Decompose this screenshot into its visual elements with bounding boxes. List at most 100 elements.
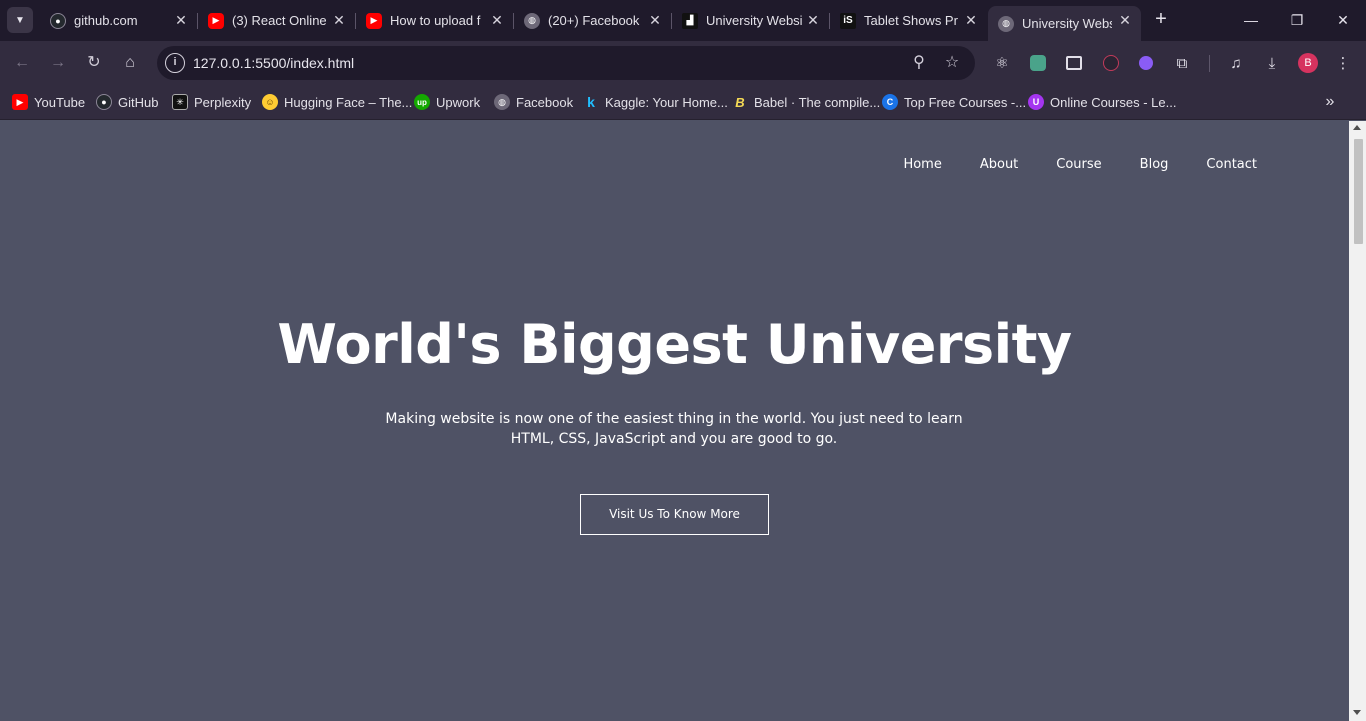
react-devtools-icon[interactable]: ⚛: [991, 52, 1013, 74]
media-control-icon[interactable]: ♫: [1225, 52, 1247, 74]
bookmark-online-courses[interactable]: U Online Courses - Le...: [1028, 92, 1176, 112]
bookmark-github[interactable]: ● GitHub: [96, 92, 158, 112]
toolbar-divider: [1209, 55, 1210, 72]
bookmark-youtube[interactable]: ▶ YouTube: [12, 92, 85, 112]
bookmark-label: Upwork: [436, 94, 481, 110]
site-info-icon[interactable]: i: [165, 53, 185, 73]
tab-how-to-upload[interactable]: ▶ How to upload f ✕: [356, 6, 514, 35]
close-icon[interactable]: ✕: [963, 12, 979, 28]
nav-link-blog[interactable]: Blog: [1140, 157, 1169, 172]
bookmarks-bar: ▶ YouTube ● GitHub ✳ Perplexity ☺ Hugging Fa…: [0, 85, 1366, 120]
tab-search-button[interactable]: ▼: [7, 7, 33, 33]
babel-icon: B: [735, 94, 745, 110]
home-button[interactable]: ⌂: [118, 51, 142, 75]
close-icon[interactable]: ✕: [1117, 12, 1133, 28]
site-navigation: Home About Course Blog Contact: [865, 157, 1257, 172]
close-icon[interactable]: ✕: [331, 12, 347, 28]
tab-university-website[interactable]: ▟ University Websi ✕: [672, 6, 830, 35]
home-icon: ⌂: [125, 54, 135, 71]
reload-button[interactable]: ↻: [82, 51, 106, 75]
url-text[interactable]: 127.0.0.1:5500/index.html: [193, 55, 354, 71]
more-bookmarks-button[interactable]: »: [1320, 92, 1340, 112]
hero-description: Making website is now one of the easiest…: [385, 411, 963, 447]
arrow-right-icon: →: [50, 54, 66, 71]
upwork-icon: up: [414, 94, 430, 110]
tab-facebook[interactable]: ◍ (20+) Facebook ✕: [514, 6, 672, 35]
nav-link-course[interactable]: Course: [1056, 157, 1101, 172]
close-icon: ✕: [1337, 12, 1349, 28]
bookmark-label: Babel · The compile...: [754, 94, 881, 110]
hugging-face-icon: ☺: [262, 94, 278, 110]
close-icon[interactable]: ✕: [489, 12, 505, 28]
minimize-button[interactable]: —: [1241, 10, 1261, 30]
bookmark-upwork[interactable]: up Upwork: [414, 92, 480, 112]
university-icon: ▟: [682, 12, 698, 29]
kaggle-icon: k: [587, 94, 595, 110]
bookmark-top-free-courses[interactable]: C Top Free Courses -...: [882, 92, 1026, 112]
bookmark-label: Hugging Face – The...: [284, 94, 413, 110]
udemy-icon: U: [1028, 94, 1044, 110]
restore-button[interactable]: ❐: [1287, 10, 1307, 30]
chevron-down-icon: ▼: [15, 14, 25, 26]
youtube-icon: ▶: [366, 12, 382, 29]
page-viewport: Home About Course Blog Contact World's B…: [0, 121, 1349, 721]
forward-button[interactable]: →: [46, 51, 70, 75]
menu-kebab-icon[interactable]: ⋮: [1332, 52, 1354, 74]
youtube-icon: ▶: [208, 12, 224, 29]
arrow-left-icon: ←: [14, 54, 30, 71]
globe-icon: ◍: [494, 94, 510, 110]
globe-icon: ◍: [524, 12, 540, 29]
profile-avatar[interactable]: B: [1298, 53, 1318, 73]
window-extension-icon[interactable]: [1063, 52, 1085, 74]
tab-title: Tablet Shows Pr: [864, 13, 958, 28]
nav-link-about[interactable]: About: [980, 157, 1018, 172]
nav-link-contact[interactable]: Contact: [1206, 157, 1257, 172]
tab-react-online[interactable]: ▶ (3) React Online ✕: [198, 6, 356, 35]
minimize-icon: —: [1244, 12, 1258, 28]
tab-title: (20+) Facebook: [548, 13, 640, 28]
bookmark-star-icon[interactable]: ☆: [942, 53, 962, 73]
download-icon[interactable]: ⤓: [1261, 52, 1283, 74]
chatgpt-extension-icon[interactable]: [1027, 52, 1049, 74]
visit-us-button[interactable]: Visit Us To Know More: [580, 494, 769, 535]
restore-icon: ❐: [1290, 12, 1304, 28]
new-tab-button[interactable]: +: [1150, 8, 1172, 30]
browser-toolbar: ← → ↻ ⌂ i 127.0.0.1:5500/index.html ⚲ ☆ …: [0, 41, 1366, 85]
close-icon[interactable]: ✕: [805, 12, 821, 28]
reload-icon: ↻: [87, 54, 101, 71]
address-bar[interactable]: i 127.0.0.1:5500/index.html ⚲ ☆: [157, 46, 975, 80]
hero-title: World's Biggest University: [277, 313, 1072, 376]
back-button[interactable]: ←: [10, 51, 34, 75]
extensions-puzzle-icon[interactable]: ⧉: [1171, 52, 1193, 74]
bookmark-hugging-face[interactable]: ☺ Hugging Face – The...: [262, 92, 412, 112]
tab-title: University Websi: [706, 13, 803, 28]
scroll-down-arrow-icon[interactable]: [1353, 710, 1361, 715]
tab-university-website-active[interactable]: ◍ University Websi ✕: [988, 6, 1141, 41]
tab-title: (3) React Online: [232, 13, 327, 28]
close-icon[interactable]: ✕: [173, 12, 189, 28]
bookmark-label: Kaggle: Your Home...: [605, 94, 728, 110]
zoom-icon[interactable]: ⚲: [909, 53, 929, 73]
close-window-button[interactable]: ✕: [1333, 10, 1353, 30]
double-chevron-right-icon: »: [1325, 93, 1335, 110]
page-scrollbar[interactable]: [1349, 121, 1366, 721]
bookmark-facebook[interactable]: ◍ Facebook: [494, 92, 573, 112]
bookmark-perplexity[interactable]: ✳ Perplexity: [172, 92, 251, 112]
is-logo-icon: iS: [840, 12, 856, 29]
css-extension-icon[interactable]: [1100, 52, 1122, 74]
github-icon: ●: [96, 94, 112, 110]
globe-icon: ◍: [998, 15, 1014, 32]
close-icon[interactable]: ✕: [647, 12, 663, 28]
tab-github[interactable]: ● github.com ✕: [40, 6, 198, 35]
bookmark-label: YouTube: [34, 94, 86, 110]
color-extension-icon[interactable]: [1135, 52, 1157, 74]
bookmark-label: GitHub: [118, 94, 159, 110]
tab-tablet-shows[interactable]: iS Tablet Shows Pr ✕: [830, 6, 987, 35]
tab-title: How to upload f: [390, 13, 481, 28]
bookmark-label: Facebook: [516, 94, 574, 110]
nav-link-home[interactable]: Home: [903, 157, 941, 172]
bookmark-babel[interactable]: B Babel · The compile...: [732, 92, 880, 112]
bookmark-kaggle[interactable]: k Kaggle: Your Home...: [583, 92, 728, 112]
scrollbar-thumb[interactable]: [1354, 139, 1363, 244]
scroll-up-arrow-icon[interactable]: [1353, 125, 1361, 130]
